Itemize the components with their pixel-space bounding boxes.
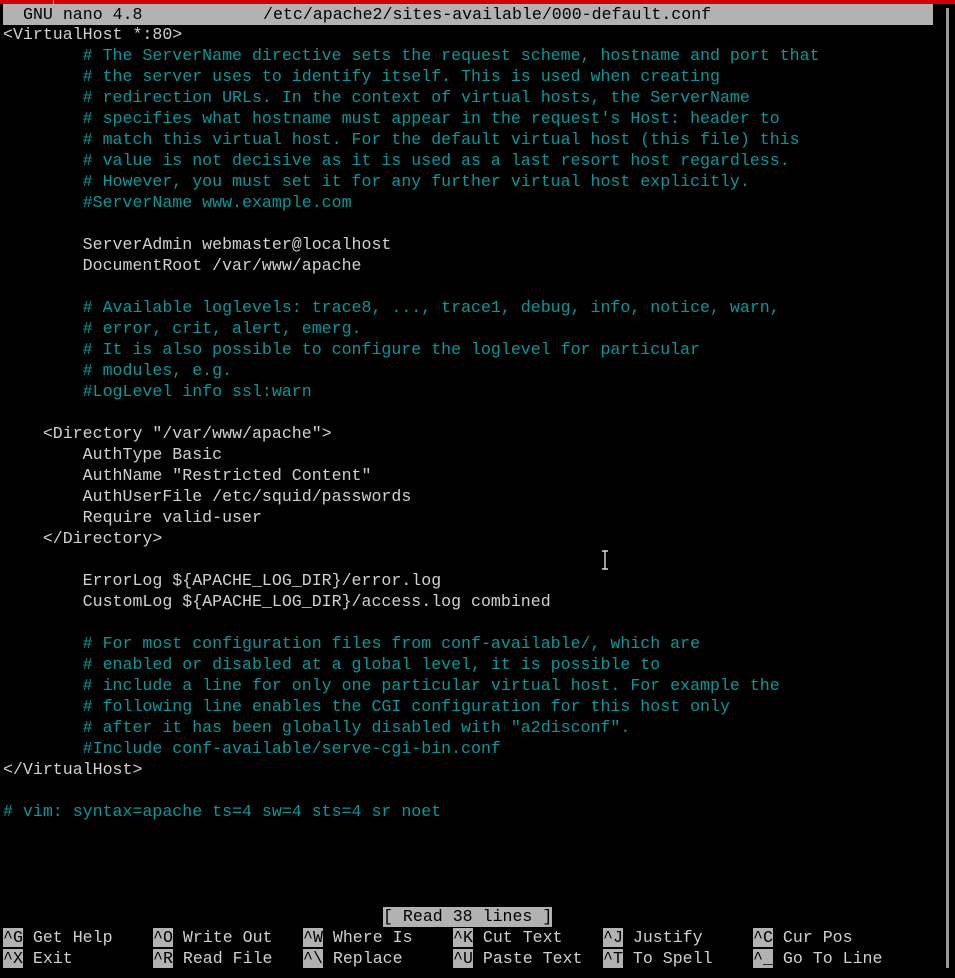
shortcut-write-out[interactable]: ^O Write Out — [153, 927, 273, 948]
comment-line: # specifies what hostname must appear in… — [3, 109, 780, 128]
comment-line: # match this virtual host. For the defau… — [3, 130, 800, 149]
shortcut-spacer — [23, 949, 33, 968]
terminal-scrollbar[interactable] — [946, 8, 949, 968]
shortcut-spacer — [473, 928, 483, 947]
code-line: ErrorLog ${APACHE_LOG_DIR}/error.log — [3, 571, 442, 590]
shortcut-spacer — [623, 928, 633, 947]
shortcut-cur-pos[interactable]: ^C Cur Pos — [753, 927, 853, 948]
comment-line: # However, you must set it for any furth… — [3, 172, 750, 191]
shortcut-key: ^_ — [753, 949, 773, 968]
comment-line: # after it has been globally disabled wi… — [3, 718, 631, 737]
shortcut-spacer — [623, 949, 633, 968]
nano-title-bar: GNU nano 4.8 /etc/apache2/sites-availabl… — [3, 4, 933, 25]
shortcut-spacer — [773, 949, 783, 968]
shortcut-spacer — [473, 949, 483, 968]
shortcut-spacer — [323, 928, 333, 947]
code-line: CustomLog ${APACHE_LOG_DIR}/access.log c… — [3, 592, 551, 611]
comment-line: # vim: syntax=apache ts=4 sw=4 sts=4 sr … — [3, 802, 442, 821]
shortcut-label: To Spell — [632, 949, 713, 968]
code-line: <Directory "/var/www/apache"> — [3, 424, 332, 443]
shortcut-justify[interactable]: ^J Justify — [603, 927, 703, 948]
comment-line: # include a line for only one particular… — [3, 676, 780, 695]
code-line: </Directory> — [3, 529, 163, 548]
code-line: DocumentRoot /var/www/apache — [3, 256, 362, 275]
shortcut-key: ^T — [603, 949, 623, 968]
comment-line: # redirection URLs. In the context of vi… — [3, 88, 750, 107]
shortcut-cut-text[interactable]: ^K Cut Text — [453, 927, 563, 948]
shortcut-label: Write Out — [182, 928, 273, 947]
shortcut-key: ^U — [453, 949, 473, 968]
comment-line: # modules, e.g. — [3, 361, 233, 380]
shortcut-key: ^X — [3, 949, 23, 968]
code-line: AuthType Basic — [3, 445, 223, 464]
comment-line: #LogLevel info ssl:warn — [3, 382, 312, 401]
shortcut-key: ^G — [3, 928, 23, 947]
shortcut-label: Cut Text — [482, 928, 563, 947]
shortcut-paste-text[interactable]: ^U Paste Text — [453, 948, 582, 969]
comment-line: # enabled or disabled at a global level,… — [3, 655, 661, 674]
shortcut-spacer — [173, 928, 183, 947]
code-line: Require valid-user — [3, 508, 262, 527]
status-message: [ Read 38 lines ] — [383, 907, 553, 927]
code-line: </VirtualHost> — [3, 760, 143, 779]
shortcut-bar: ^G Get Help ^O Write Out ^W Where Is ^K Cut… — [3, 927, 933, 969]
comment-line: # value is not decisive as it is used as… — [3, 151, 790, 170]
shortcut-spacer — [773, 928, 783, 947]
code-line: AuthName "Restricted Content" — [3, 466, 372, 485]
shortcut-key: ^R — [153, 949, 173, 968]
shortcut-to-spell[interactable]: ^T To Spell — [603, 948, 713, 969]
comment-line: # The ServerName directive sets the requ… — [3, 46, 820, 65]
shortcut-label: Exit — [32, 949, 73, 968]
shortcut-spacer — [23, 928, 33, 947]
shortcut-label: Paste Text — [482, 949, 583, 968]
shortcut-key: ^K — [453, 928, 473, 947]
shortcut-key: ^W — [303, 928, 323, 947]
shortcut-label: Go To Line — [782, 949, 883, 968]
shortcut-key: ^J — [603, 928, 623, 947]
shortcut-label: Justify — [632, 928, 703, 947]
code-line: <VirtualHost *:80> — [3, 25, 183, 44]
shortcut-spacer — [323, 949, 333, 968]
shortcut-spacer — [173, 949, 183, 968]
comment-line: # Available loglevels: trace8, ..., trac… — [3, 298, 780, 317]
shortcut-where-is[interactable]: ^W Where Is — [303, 927, 413, 948]
shortcut-key: ^\ — [303, 949, 323, 968]
shortcut-key: ^O — [153, 928, 173, 947]
shortcut-label: Get Help — [32, 928, 113, 947]
shortcut-replace[interactable]: ^\ Replace — [303, 948, 403, 969]
comment-line: # For most configuration files from conf… — [3, 634, 701, 653]
shortcut-read-file[interactable]: ^R Read File — [153, 948, 273, 969]
comment-line: # the server uses to identify itself. Th… — [3, 67, 720, 86]
shortcut-row-2: ^X Exit ^R Read File ^\ Replace ^U Paste Te… — [3, 948, 933, 969]
shortcut-key: ^C — [753, 928, 773, 947]
comment-line: #ServerName www.example.com — [3, 193, 352, 212]
comment-line: # It is also possible to configure the l… — [3, 340, 701, 359]
mouse-ibeam-cursor-icon — [602, 550, 608, 570]
comment-line: #Include conf-available/serve-cgi-bin.co… — [3, 739, 501, 758]
editor-text-area[interactable]: <VirtualHost *:80> # The ServerName dire… — [3, 24, 933, 822]
file-path: /etc/apache2/sites-available/000-default… — [263, 5, 712, 24]
shortcut-label: Cur Pos — [782, 928, 853, 947]
code-line: AuthUserFile /etc/squid/passwords — [3, 487, 412, 506]
shortcut-row-1: ^G Get Help ^O Write Out ^W Where Is ^K Cut… — [3, 927, 933, 948]
shortcut-label: Read File — [182, 949, 273, 968]
app-version: GNU nano 4.8 — [23, 5, 143, 24]
comment-line: # error, crit, alert, emerg. — [3, 319, 362, 338]
shortcut-label: Where Is — [332, 928, 413, 947]
comment-line: # following line enables the CGI configu… — [3, 697, 730, 716]
shortcut-get-help[interactable]: ^G Get Help — [3, 927, 113, 948]
shortcut-go-to-line[interactable]: ^_ Go To Line — [753, 948, 882, 969]
shortcut-exit[interactable]: ^X Exit — [3, 948, 73, 969]
shortcut-label: Replace — [332, 949, 403, 968]
code-line: ServerAdmin webmaster@localhost — [3, 235, 392, 254]
